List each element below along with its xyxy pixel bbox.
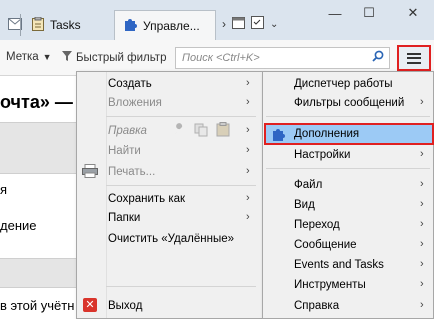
submenu-arrow-icon: › xyxy=(420,148,424,160)
submenu-arrow-icon: › xyxy=(420,238,424,250)
menu-separator xyxy=(106,185,256,186)
exit-icon: ✕ xyxy=(83,298,97,312)
menu-icon-gutter xyxy=(77,72,107,318)
submenu-arrow-icon: › xyxy=(420,258,424,270)
quick-filter-label: Быстрый фильтр xyxy=(76,51,167,64)
tab-mail[interactable] xyxy=(0,10,22,40)
tab-addons-label: Управле... xyxy=(143,18,200,33)
menu-item-find[interactable]: Найти xyxy=(108,141,141,161)
submenu-arrow-icon: › xyxy=(246,192,250,204)
calendar-icon[interactable] xyxy=(232,16,245,32)
menu-item-view[interactable]: Вид xyxy=(294,195,315,215)
page-title: очта» — xyxy=(0,92,73,112)
filter-icon xyxy=(62,51,72,64)
menu-item-save-as[interactable]: Сохранить как xyxy=(108,189,185,209)
wrench-icon xyxy=(172,123,186,140)
copy-icon xyxy=(194,123,208,140)
title-bar: Tasks Управле... › ⌄ — ☐ ✕ xyxy=(0,0,434,40)
menu-item-activity-manager[interactable]: Диспетчер работы xyxy=(294,74,393,94)
menu-item-help[interactable]: Справка xyxy=(294,296,339,316)
content-text: дение xyxy=(0,218,37,233)
submenu-arrow-icon: › xyxy=(246,77,250,89)
menu-item-settings[interactable]: Настройки xyxy=(294,145,350,165)
menu-item-addons[interactable]: Дополнения xyxy=(294,124,359,144)
dropdown-arrow-icon: ▼ xyxy=(42,52,52,62)
menu-item-tools[interactable]: Инструменты xyxy=(294,275,366,295)
hamburger-icon xyxy=(407,52,421,64)
app-menu-button[interactable] xyxy=(397,45,431,71)
tab-tasks-label: Tasks xyxy=(50,18,81,32)
menu-item-events-tasks[interactable]: Events and Tasks xyxy=(294,255,384,275)
submenu-arrow-icon: › xyxy=(420,198,424,210)
clipboard-icon xyxy=(32,16,44,34)
tab-strip-controls: › ⌄ xyxy=(222,16,278,32)
tag-button-label: Метка xyxy=(6,51,39,63)
menu-item-exit[interactable]: Выход xyxy=(108,296,142,316)
search-icon[interactable] xyxy=(372,50,384,65)
submenu-arrow-icon: › xyxy=(420,299,424,311)
maximize-button[interactable]: ☐ xyxy=(352,0,386,26)
tab-separator xyxy=(20,14,21,36)
printer-icon xyxy=(82,164,98,181)
menu-separator xyxy=(106,116,256,117)
chevron-right-icon[interactable]: › xyxy=(222,17,226,31)
menu-item-edit[interactable]: Правка xyxy=(108,121,147,141)
tab-tasks[interactable]: Tasks xyxy=(24,10,114,40)
paste-icon xyxy=(216,122,230,140)
menu-item-new[interactable]: Создать xyxy=(108,74,152,94)
menu-item-empty-trash[interactable]: Очистить «Удалённые» xyxy=(108,229,234,249)
submenu-arrow-icon: › xyxy=(246,144,250,156)
puzzle-icon xyxy=(271,127,285,144)
submenu-arrow-icon: › xyxy=(420,178,424,190)
tag-button[interactable]: Метка ▼ xyxy=(6,51,52,63)
submenu-arrow-icon: › xyxy=(246,124,250,136)
submenu-arrow-icon: › xyxy=(246,165,250,177)
submenu-arrow-icon: › xyxy=(420,218,424,230)
menu-separator xyxy=(266,168,430,169)
menu-item-attachments[interactable]: Вложения xyxy=(108,93,162,113)
menu-item-file[interactable]: Файл xyxy=(294,175,322,195)
menu-item-print[interactable]: Печать... xyxy=(108,162,155,182)
submenu-arrow-icon: › xyxy=(246,211,250,223)
tasks-list-icon[interactable] xyxy=(251,16,264,32)
tab-addons-manager[interactable]: Управле... xyxy=(114,10,216,40)
search-input[interactable]: Поиск <Ctrl+K> xyxy=(175,47,390,69)
menu-item-message[interactable]: Сообщение xyxy=(294,235,357,255)
menu-separator xyxy=(266,116,430,117)
menu-separator xyxy=(106,286,256,287)
submenu-arrow-icon: › xyxy=(246,96,250,108)
submenu-arrow-icon: › xyxy=(420,96,424,108)
content-text: в этой учётн xyxy=(0,298,75,313)
content-text: я xyxy=(0,182,8,197)
submenu-arrow-icon: › xyxy=(420,278,424,290)
menu-item-message-filters[interactable]: Фильтры сообщений xyxy=(294,93,404,113)
minimize-button[interactable]: — xyxy=(318,0,352,26)
menu-item-go[interactable]: Переход xyxy=(294,215,340,235)
quick-filter-button[interactable]: Быстрый фильтр xyxy=(62,51,166,64)
close-button[interactable]: ✕ xyxy=(396,0,430,26)
puzzle-icon xyxy=(123,17,137,34)
chevron-down-icon[interactable]: ⌄ xyxy=(270,19,278,30)
menu-item-folders[interactable]: Папки xyxy=(108,208,140,228)
